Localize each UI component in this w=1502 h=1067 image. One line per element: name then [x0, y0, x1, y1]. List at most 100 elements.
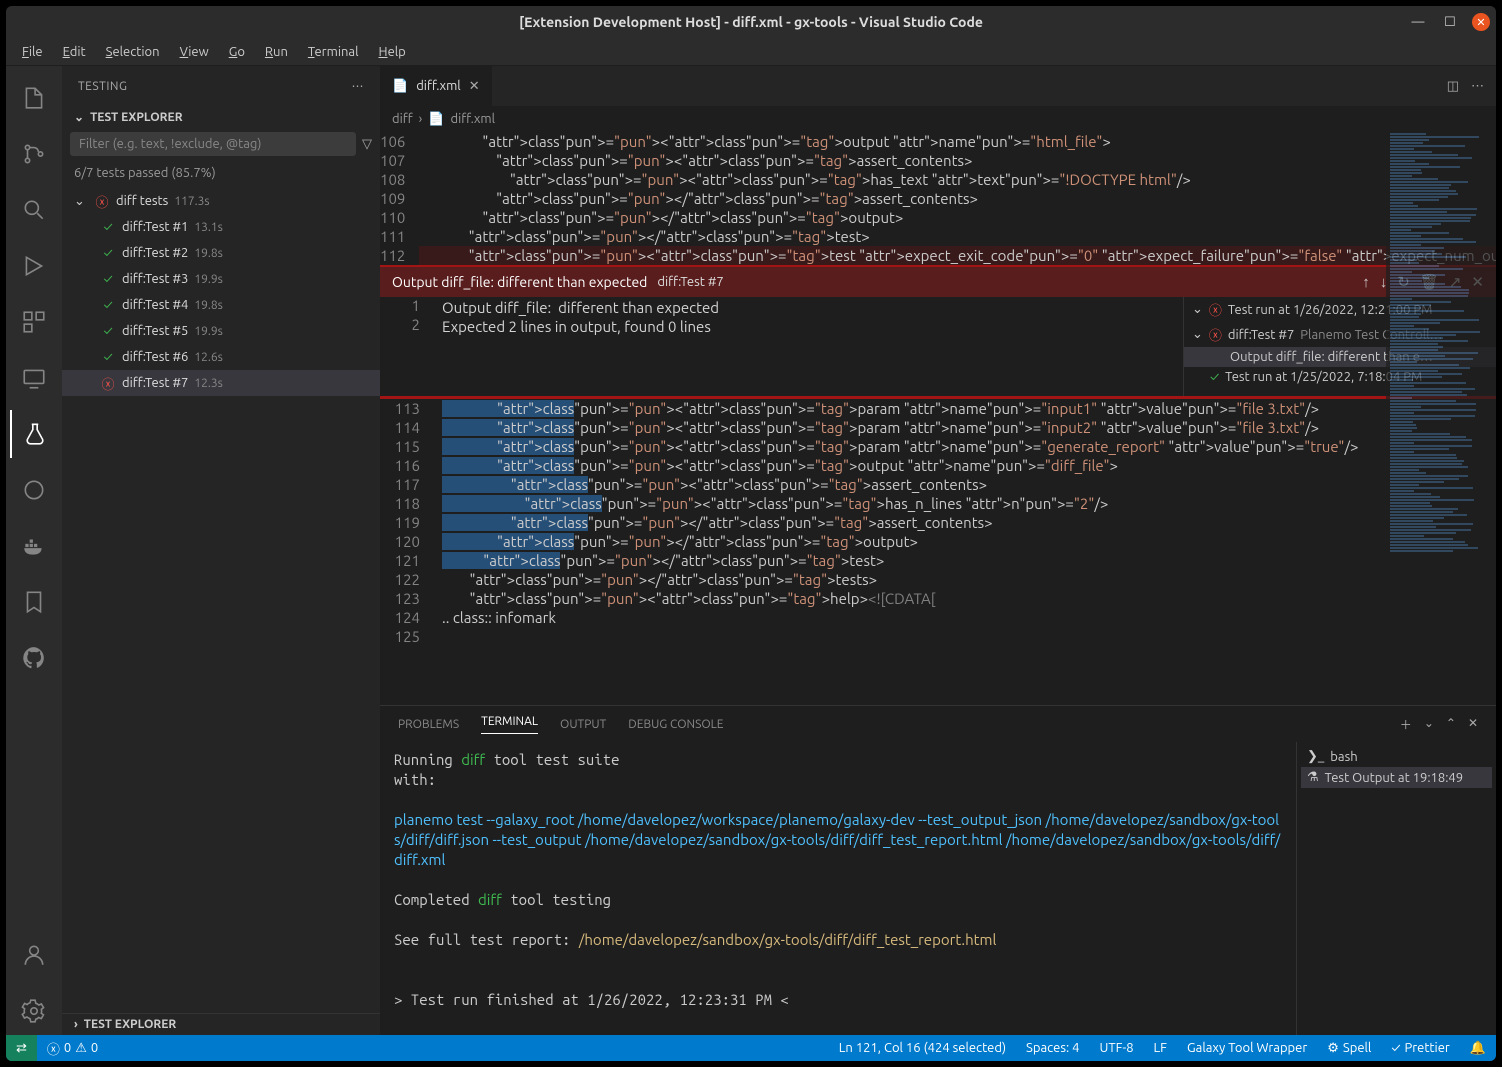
fail-icon: ⓧ: [1209, 300, 1222, 319]
docker-icon[interactable]: [10, 522, 58, 570]
fail-icon: ⓧ: [1209, 325, 1222, 344]
fail-icon: ⓧ: [100, 375, 116, 391]
minimap[interactable]: [1386, 132, 1496, 705]
testing-icon[interactable]: [10, 410, 58, 458]
bookmark-icon[interactable]: [10, 578, 58, 626]
window-title: [Extension Development Host] - diff.xml …: [519, 14, 983, 30]
remote-indicator[interactable]: ⇄: [6, 1035, 37, 1061]
terminal-list: ❯_bash⚗Test Output at 19:18:49: [1296, 742, 1496, 1035]
extensions-icon[interactable]: [10, 298, 58, 346]
new-terminal-icon[interactable]: ＋: [1400, 716, 1412, 733]
sidebar-title: TESTING: [78, 80, 127, 93]
test-tree: ⌄ ⓧ diff tests 117.3s ✓diff:Test #113.1s…: [62, 186, 380, 1013]
pass-icon: ✓: [100, 349, 116, 365]
activity-bar: [6, 66, 62, 1035]
status-spell[interactable]: ⚙ Spell: [1317, 1041, 1381, 1056]
pass-icon: ✓: [100, 219, 116, 235]
test-error-peek: Output diff_file: different than expecte…: [380, 265, 1496, 398]
tab-label: diff.xml: [416, 79, 461, 93]
minimize-button[interactable]: —: [1408, 12, 1428, 32]
explorer-icon[interactable]: [10, 74, 58, 122]
bottom-panel: PROBLEMSTERMINALOUTPUTDEBUG CONSOLE ＋ ⌄ …: [380, 705, 1496, 1035]
status-prettier[interactable]: ✓ Prettier: [1381, 1041, 1459, 1056]
maximize-button[interactable]: ☐: [1440, 12, 1460, 32]
breadcrumb[interactable]: diff › 📄 diff.xml: [380, 106, 1496, 132]
file-icon: 📄: [428, 112, 444, 127]
filter-icon[interactable]: ▽: [362, 137, 372, 152]
chevron-down-icon: ⌄: [1192, 327, 1203, 342]
account-icon[interactable]: [10, 931, 58, 979]
status-language[interactable]: Galaxy Tool Wrapper: [1177, 1041, 1317, 1056]
section-test-explorer[interactable]: ⌄ TEST EXPLORER: [62, 106, 380, 128]
test-row[interactable]: ✓diff:Test #319.9s: [62, 266, 380, 292]
pass-icon: ✓: [100, 323, 116, 339]
menu-selection[interactable]: Selection: [98, 43, 168, 61]
panel-tab-terminal[interactable]: TERMINAL: [481, 715, 538, 734]
test-row[interactable]: ✓diff:Test #113.1s: [62, 214, 380, 240]
section-test-explorer-2[interactable]: › TEST EXPLORER: [62, 1013, 380, 1035]
menu-terminal[interactable]: Terminal: [300, 43, 367, 61]
menu-file[interactable]: File: [14, 43, 51, 61]
github-icon[interactable]: [10, 634, 58, 682]
pass-icon: ✓: [1210, 370, 1219, 384]
status-notifications-icon[interactable]: 🔔: [1460, 1041, 1496, 1056]
status-cursor[interactable]: Ln 121, Col 16 (424 selected): [829, 1041, 1016, 1056]
run-debug-icon[interactable]: [10, 242, 58, 290]
error-test-name: diff:Test #7: [657, 275, 723, 289]
panel-tabs: PROBLEMSTERMINALOUTPUTDEBUG CONSOLE ＋ ⌄ …: [380, 706, 1496, 742]
tab-diff-xml[interactable]: 📄 diff.xml ✕: [380, 66, 492, 106]
titlebar: [Extension Development Host] - diff.xml …: [6, 6, 1496, 38]
menubar: File Edit Selection View Go Run Terminal…: [6, 38, 1496, 66]
filter-input[interactable]: [70, 132, 356, 156]
status-spaces[interactable]: Spaces: 4: [1016, 1041, 1089, 1056]
code-editor[interactable]: 106107108109110111112 "attr">class"pun">…: [380, 132, 1496, 705]
terminal-item[interactable]: ⚗Test Output at 19:18:49: [1301, 767, 1492, 788]
panel-tab-output[interactable]: OUTPUT: [560, 718, 606, 731]
chevron-right-icon: ›: [74, 1018, 78, 1031]
panel-tab-problems[interactable]: PROBLEMS: [398, 718, 459, 731]
close-button[interactable]: ✕: [1472, 13, 1490, 31]
loading-icon[interactable]: [10, 466, 58, 514]
split-editor-icon[interactable]: ◫: [1447, 79, 1459, 94]
menu-help[interactable]: Help: [371, 43, 414, 61]
editor-tabs: 📄 diff.xml ✕ ◫ ⋯: [380, 66, 1496, 106]
test-row[interactable]: ✓diff:Test #219.8s: [62, 240, 380, 266]
maximize-panel-icon[interactable]: ⌃: [1446, 716, 1456, 733]
settings-icon[interactable]: [10, 987, 58, 1035]
chevron-down-icon: ⌄: [74, 194, 88, 209]
status-bar: ⇄ ⓧ 0 ⚠ 0 Ln 121, Col 16 (424 selected) …: [6, 1035, 1496, 1061]
close-panel-icon[interactable]: ✕: [1468, 716, 1478, 733]
test-row[interactable]: ✓diff:Test #612.6s: [62, 344, 380, 370]
file-icon: 📄: [392, 79, 408, 94]
editor-area: 📄 diff.xml ✕ ◫ ⋯ diff › 📄 diff.xml 10610…: [380, 66, 1496, 1035]
chevron-down-icon: ⌄: [1192, 302, 1203, 317]
pass-icon: ✓: [100, 297, 116, 313]
menu-edit[interactable]: Edit: [55, 43, 94, 61]
menu-run[interactable]: Run: [257, 43, 296, 61]
status-encoding[interactable]: UTF-8: [1089, 1041, 1143, 1056]
test-group-row[interactable]: ⌄ ⓧ diff tests 117.3s: [62, 188, 380, 214]
terminal-item[interactable]: ❯_bash: [1301, 746, 1492, 767]
panel-tab-debug-console[interactable]: DEBUG CONSOLE: [628, 718, 723, 731]
test-row[interactable]: ⓧdiff:Test #712.3s: [62, 370, 380, 396]
chevron-down-icon[interactable]: ⌄: [1424, 716, 1434, 733]
status-errors[interactable]: ⓧ 0 ⚠ 0: [37, 1039, 108, 1058]
menu-go[interactable]: Go: [221, 43, 253, 61]
test-status-summary: 6/7 tests passed (85.7%): [62, 160, 380, 186]
terminal-output[interactable]: Running diff tool test suite with: plane…: [380, 742, 1296, 1035]
test-row[interactable]: ✓diff:Test #419.8s: [62, 292, 380, 318]
prev-icon[interactable]: ↑: [1362, 273, 1370, 291]
source-control-icon[interactable]: [10, 130, 58, 178]
beaker-icon: ⚗: [1307, 770, 1319, 785]
pass-icon: ✓: [100, 271, 116, 287]
more-icon[interactable]: ⋯: [352, 79, 365, 93]
status-eol[interactable]: LF: [1144, 1041, 1177, 1056]
remote-icon[interactable]: [10, 354, 58, 402]
close-icon[interactable]: ✕: [469, 79, 480, 94]
menu-view[interactable]: View: [172, 43, 217, 61]
more-icon[interactable]: ⋯: [1471, 79, 1484, 94]
search-icon[interactable]: [10, 186, 58, 234]
test-row[interactable]: ✓diff:Test #519.9s: [62, 318, 380, 344]
error-title: Output diff_file: different than expecte…: [392, 274, 647, 290]
chevron-down-icon: ⌄: [74, 110, 84, 124]
